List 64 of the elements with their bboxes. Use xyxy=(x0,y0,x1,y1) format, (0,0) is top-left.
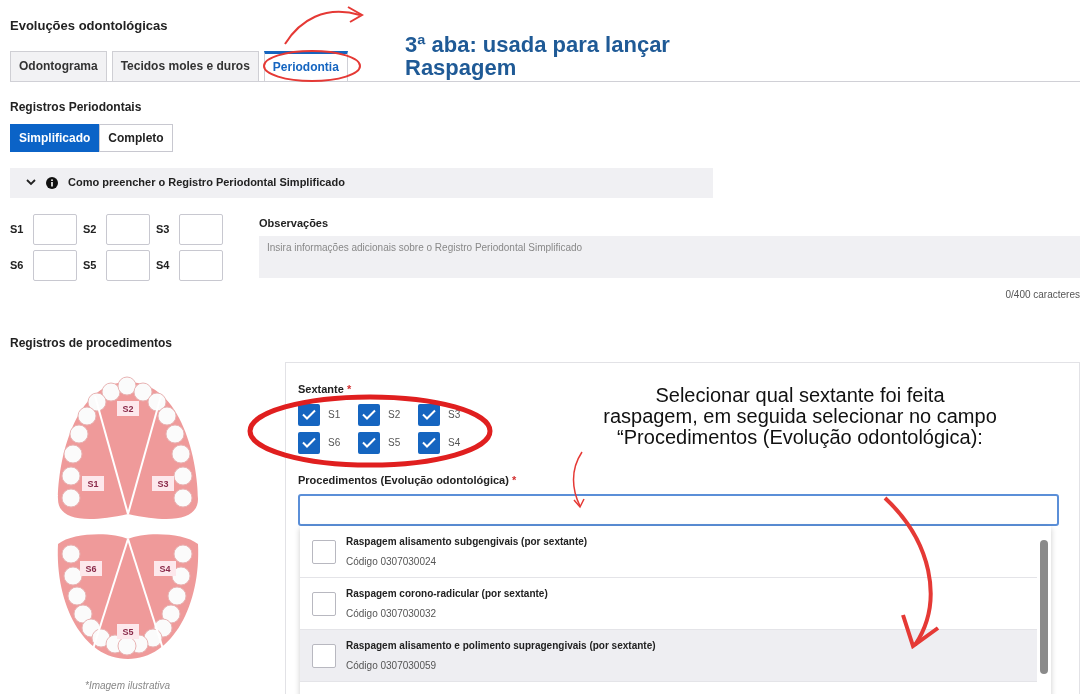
sextant-label: S4 xyxy=(156,257,171,273)
sextant-input[interactable] xyxy=(33,249,77,281)
option-code: Código 0307030032 xyxy=(346,607,438,621)
option-name: Raspagem alisamento subgengivais (por sextante) xyxy=(346,535,588,549)
checkbox[interactable] xyxy=(312,539,336,564)
checkbox[interactable] xyxy=(298,431,320,454)
field-label: Observações xyxy=(259,215,330,231)
sextant-input[interactable] xyxy=(33,213,77,245)
field-label: Sextante * xyxy=(298,382,352,397)
checkbox[interactable] xyxy=(358,431,380,454)
mode-toggle[interactable]: Simplificado xyxy=(10,123,100,152)
checkbox-label: S3 xyxy=(448,408,461,422)
option-name: Raspagem alisamento e polimento supragengivais (por sextante) xyxy=(346,639,656,653)
curved-arrow xyxy=(572,451,585,509)
sextant-label: S6 xyxy=(10,257,25,273)
option-code: Código 0307030024 xyxy=(346,555,438,569)
dropdown-option[interactable]: Raspagem alisamento subgengivais (por sextante) Código 0307030024 xyxy=(300,526,1037,578)
mode-toggle[interactable]: Completo xyxy=(99,123,173,152)
sextant-label: S3 xyxy=(156,221,171,237)
tab[interactable]: Tecidos moles e duros xyxy=(111,50,259,81)
annotation-title: 3ª aba: usada para lançar Raspagem xyxy=(405,33,670,79)
chevron-icon xyxy=(26,179,36,186)
checkmark-icon xyxy=(362,437,376,448)
checkmark-icon xyxy=(362,409,376,420)
checkbox-label: S2 xyxy=(388,408,401,422)
notes-field[interactable]: Insira informações adicionais sobre o Registro Periodontal Simplificado xyxy=(259,236,1080,278)
image-caption: *Imagem ilustrativa xyxy=(85,679,170,693)
help-accordion[interactable]: Como preencher o Registro Periodontal Simplificado xyxy=(10,167,713,198)
sextant-label: S1 xyxy=(10,221,25,237)
checkbox-label: S5 xyxy=(388,436,401,450)
sextant-label: S5 xyxy=(83,257,98,273)
section-title: Evoluções odontológicas xyxy=(10,17,168,35)
section-heading: Registros Periodontais xyxy=(10,98,143,116)
checkbox[interactable] xyxy=(358,403,380,426)
option-code: Código 0307030059 xyxy=(346,659,438,673)
checkbox-label: S4 xyxy=(448,436,461,450)
checkbox[interactable] xyxy=(312,643,336,668)
section-heading: Registros de procedimentos xyxy=(10,335,174,352)
checkmark-icon xyxy=(302,437,316,448)
sextant-label: S2 xyxy=(83,221,98,237)
checkmark-icon xyxy=(422,409,436,420)
sextant-input[interactable] xyxy=(179,213,223,245)
checkbox[interactable] xyxy=(418,403,440,426)
field-label: Procedimentos (Evolução odontológica) * xyxy=(298,472,517,488)
checkbox-label: S1 xyxy=(328,408,341,422)
character-counter: 0/400 caracteres xyxy=(1005,288,1080,302)
checkmark-icon xyxy=(422,437,436,448)
checkbox[interactable] xyxy=(418,431,440,454)
dropdown-option[interactable]: Raspagem alisamento e polimento supragengivais (por sextante) Código 0307030059 xyxy=(300,630,1037,682)
checkbox[interactable] xyxy=(312,591,336,616)
sextant-input[interactable] xyxy=(106,249,150,281)
checkbox-label: S6 xyxy=(328,436,341,450)
sextant-input[interactable] xyxy=(179,249,223,281)
tab[interactable]: Odontograma xyxy=(10,50,107,81)
sextant-input[interactable] xyxy=(106,213,150,245)
dental-arch-drawing: S2 S1 S3 S6 S4 S5 xyxy=(32,374,223,664)
checkmark-icon xyxy=(302,409,316,420)
tab[interactable]: Periodontia xyxy=(263,50,348,81)
option-name: Raspagem corono-radicular (por sextante) xyxy=(346,587,548,601)
annotation-note: Selecionar qual sextante foi feita raspagem, em seguida selecionar no campo “Procedimentos (Evolução odontológica): xyxy=(602,385,998,448)
checkbox[interactable] xyxy=(298,403,320,426)
procedure-field[interactable] xyxy=(298,494,1059,526)
dropdown-option[interactable]: Raspagem corono-radicular (por sextante) Código 0307030032 xyxy=(300,578,1037,630)
info-icon xyxy=(46,176,58,189)
